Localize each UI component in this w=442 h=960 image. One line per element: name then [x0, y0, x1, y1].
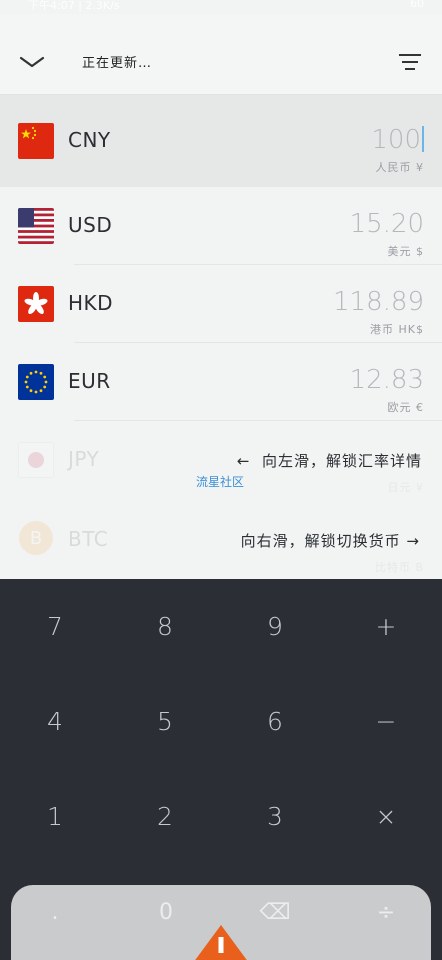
battery-level: 60: [410, 0, 424, 10]
currency-code: EUR: [68, 369, 111, 393]
top-bar: 正在更新…: [0, 14, 442, 95]
update-status-title: 正在更新…: [82, 56, 153, 71]
jp-flag-icon: [18, 442, 54, 478]
currency-row-btc[interactable]: B BTC 比特币 B 向右滑，解锁切换货币 →: [0, 499, 442, 577]
currency-row-eur[interactable]: EUR 12.83 欧元 €: [0, 343, 442, 421]
key-2[interactable]: 2: [110, 769, 220, 864]
eu-flag-icon: [18, 364, 54, 400]
amount-value: 12.83: [349, 365, 424, 395]
currency-row-hkd[interactable]: HKD 118.89 港币 HK$: [0, 265, 442, 343]
text-cursor: [422, 126, 424, 152]
amount-input[interactable]: 100: [371, 125, 424, 155]
key-3[interactable]: 3: [220, 769, 330, 864]
arrow-right-icon: →: [400, 532, 420, 550]
currency-list: CNY 100 人民币 ¥ USD 15.20 美元 $ HKD 118.89 …: [0, 95, 442, 579]
currency-name: 比特币 B: [374, 561, 424, 574]
amount-value: 15.20: [349, 209, 424, 239]
currency-code: CNY: [68, 128, 111, 152]
menu-icon[interactable]: [398, 52, 422, 72]
key-4[interactable]: 4: [0, 674, 110, 769]
currency-name: 日元 ¥: [387, 481, 424, 494]
key-multiply[interactable]: ×: [331, 769, 441, 864]
key-divide[interactable]: ÷: [331, 885, 441, 939]
currency-row-cny[interactable]: CNY 100 人民币 ¥: [0, 95, 442, 187]
swipe-left-hint: ← 向左滑，解锁汇率详情: [236, 452, 422, 470]
key-minus[interactable]: −: [331, 674, 441, 769]
key-8[interactable]: 8: [110, 579, 220, 674]
key-9[interactable]: 9: [220, 579, 330, 674]
currency-name: 欧元 €: [387, 401, 424, 414]
hk-flag-icon: [18, 286, 54, 322]
currency-code: HKD: [68, 291, 114, 315]
warning-icon: [195, 925, 247, 960]
currency-code: JPY: [68, 447, 100, 471]
currency-code: BTC: [68, 527, 109, 551]
amount-value: 118.89: [333, 287, 424, 317]
watermark: 流星社区: [196, 475, 245, 489]
currency-row-usd[interactable]: USD 15.20 美元 $: [0, 187, 442, 265]
arrow-left-icon: ←: [236, 452, 262, 470]
bitcoin-icon: B: [18, 520, 54, 556]
key-6[interactable]: 6: [220, 674, 330, 769]
status-bar: 下午4:07 | 2.3K/s 60: [0, 0, 442, 14]
swipe-right-hint: 向右滑，解锁切换货币 →: [240, 532, 420, 550]
currency-name: 人民币 ¥: [375, 161, 424, 174]
currency-name: 美元 $: [387, 245, 424, 258]
key-decimal[interactable]: .: [0, 885, 110, 939]
key-plus[interactable]: +: [331, 579, 441, 674]
us-flag-icon: [18, 208, 54, 244]
key-7[interactable]: 7: [0, 579, 110, 674]
svg-text:B: B: [30, 528, 42, 549]
status-time: 下午4:07 | 2.3K/s: [28, 0, 120, 12]
currency-name: 港币 HK$: [370, 323, 424, 336]
key-5[interactable]: 5: [110, 674, 220, 769]
key-1[interactable]: 1: [0, 769, 110, 864]
chevron-down-icon[interactable]: [19, 54, 45, 70]
cn-flag-icon: [18, 123, 54, 159]
currency-code: USD: [68, 213, 113, 237]
